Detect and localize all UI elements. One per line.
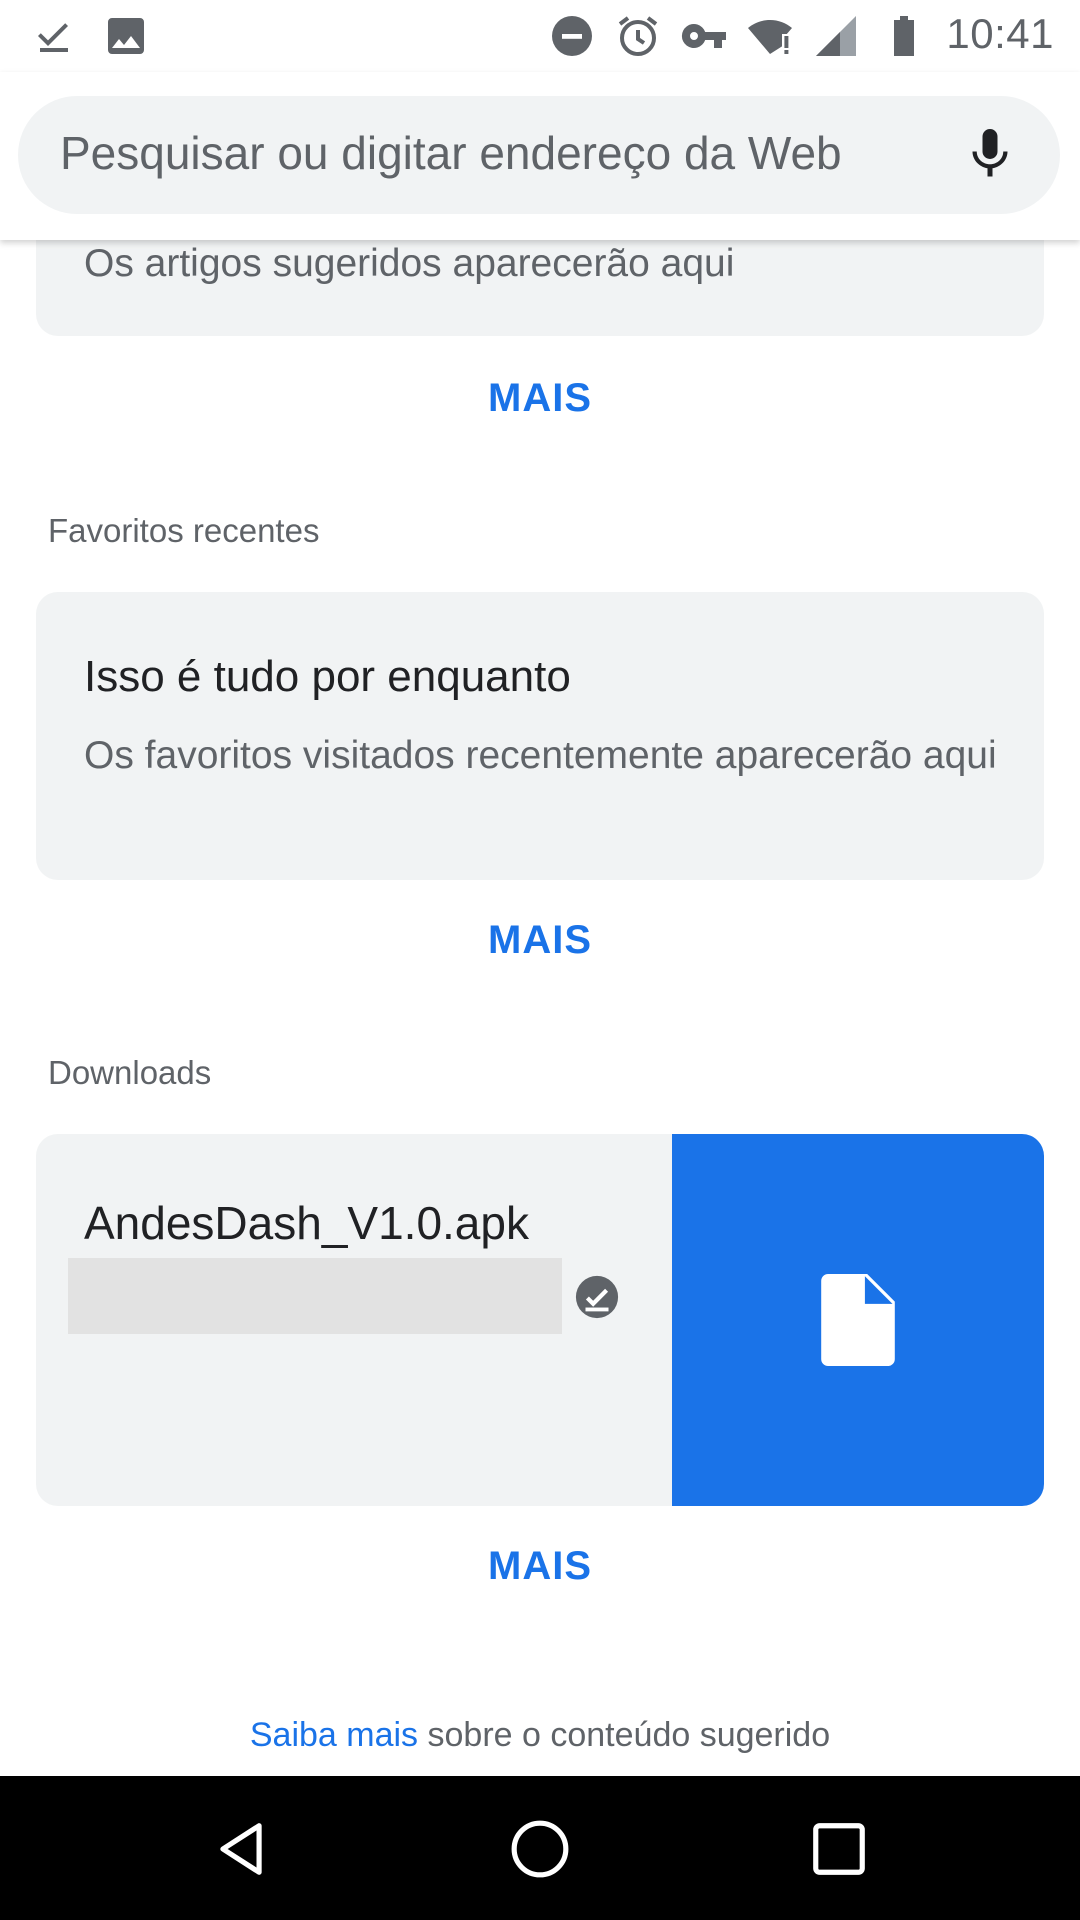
ntp-content: Os artigos sugeridos aparecerão aqui MAI…	[0, 240, 1080, 1776]
footer-text: sobre o conteúdo sugerido	[418, 1716, 831, 1754]
home-icon[interactable]	[509, 1818, 571, 1880]
alarm-icon	[618, 16, 658, 56]
search-placeholder: Pesquisar ou digitar endereço da Web	[60, 127, 842, 179]
search-input[interactable]: Pesquisar ou digitar endereço da Web	[18, 96, 1060, 214]
learn-more-link[interactable]: Saiba mais	[250, 1716, 418, 1754]
articles-card-text: Os artigos sugeridos aparecerão aqui	[84, 242, 735, 285]
bookmarks-card-title: Isso é tudo por enquanto	[84, 652, 571, 701]
check-circle-icon	[575, 1275, 619, 1319]
download-item[interactable]: AndesDash_V1.0.apk	[36, 1134, 1044, 1506]
downloads-section-title: Downloads	[48, 1054, 212, 1091]
do-not-disturb-icon	[552, 16, 592, 56]
back-icon[interactable]	[210, 1818, 272, 1880]
image-icon	[108, 18, 144, 54]
recents-icon[interactable]	[808, 1818, 870, 1880]
bookmarks-more-button[interactable]: MAIS	[0, 918, 1080, 963]
vpn-key-icon	[681, 24, 726, 48]
wifi-alert-icon	[748, 20, 792, 54]
redacted-details	[68, 1258, 562, 1334]
download-done-icon	[38, 23, 68, 52]
battery-icon	[894, 16, 914, 56]
download-thumbnail[interactable]	[672, 1134, 1044, 1506]
mic-icon[interactable]	[960, 124, 1020, 184]
search-toolbar: Pesquisar ou digitar endereço da Web	[0, 72, 1080, 240]
download-file-name: AndesDash_V1.0.apk	[84, 1197, 529, 1249]
status-bar: 10:41	[0, 0, 1080, 72]
suggested-content-note: Saiba mais sobre o conteúdo sugerido	[0, 1716, 1080, 1755]
articles-card: Os artigos sugeridos aparecerão aqui	[36, 240, 1044, 336]
bookmarks-section-title: Favoritos recentes	[48, 512, 320, 549]
download-info: AndesDash_V1.0.apk	[36, 1134, 672, 1506]
downloads-more-button[interactable]: MAIS	[0, 1544, 1080, 1589]
articles-more-button[interactable]: MAIS	[0, 376, 1080, 421]
clock: 10:41	[946, 10, 1054, 57]
system-nav-bar	[0, 1776, 1080, 1920]
cell-signal-icon	[816, 16, 856, 56]
file-icon	[821, 1274, 895, 1366]
bookmarks-card-text: Os favoritos visitados recentemente apar…	[84, 734, 997, 777]
bookmarks-card: Isso é tudo por enquanto Os favoritos vi…	[36, 592, 1044, 880]
